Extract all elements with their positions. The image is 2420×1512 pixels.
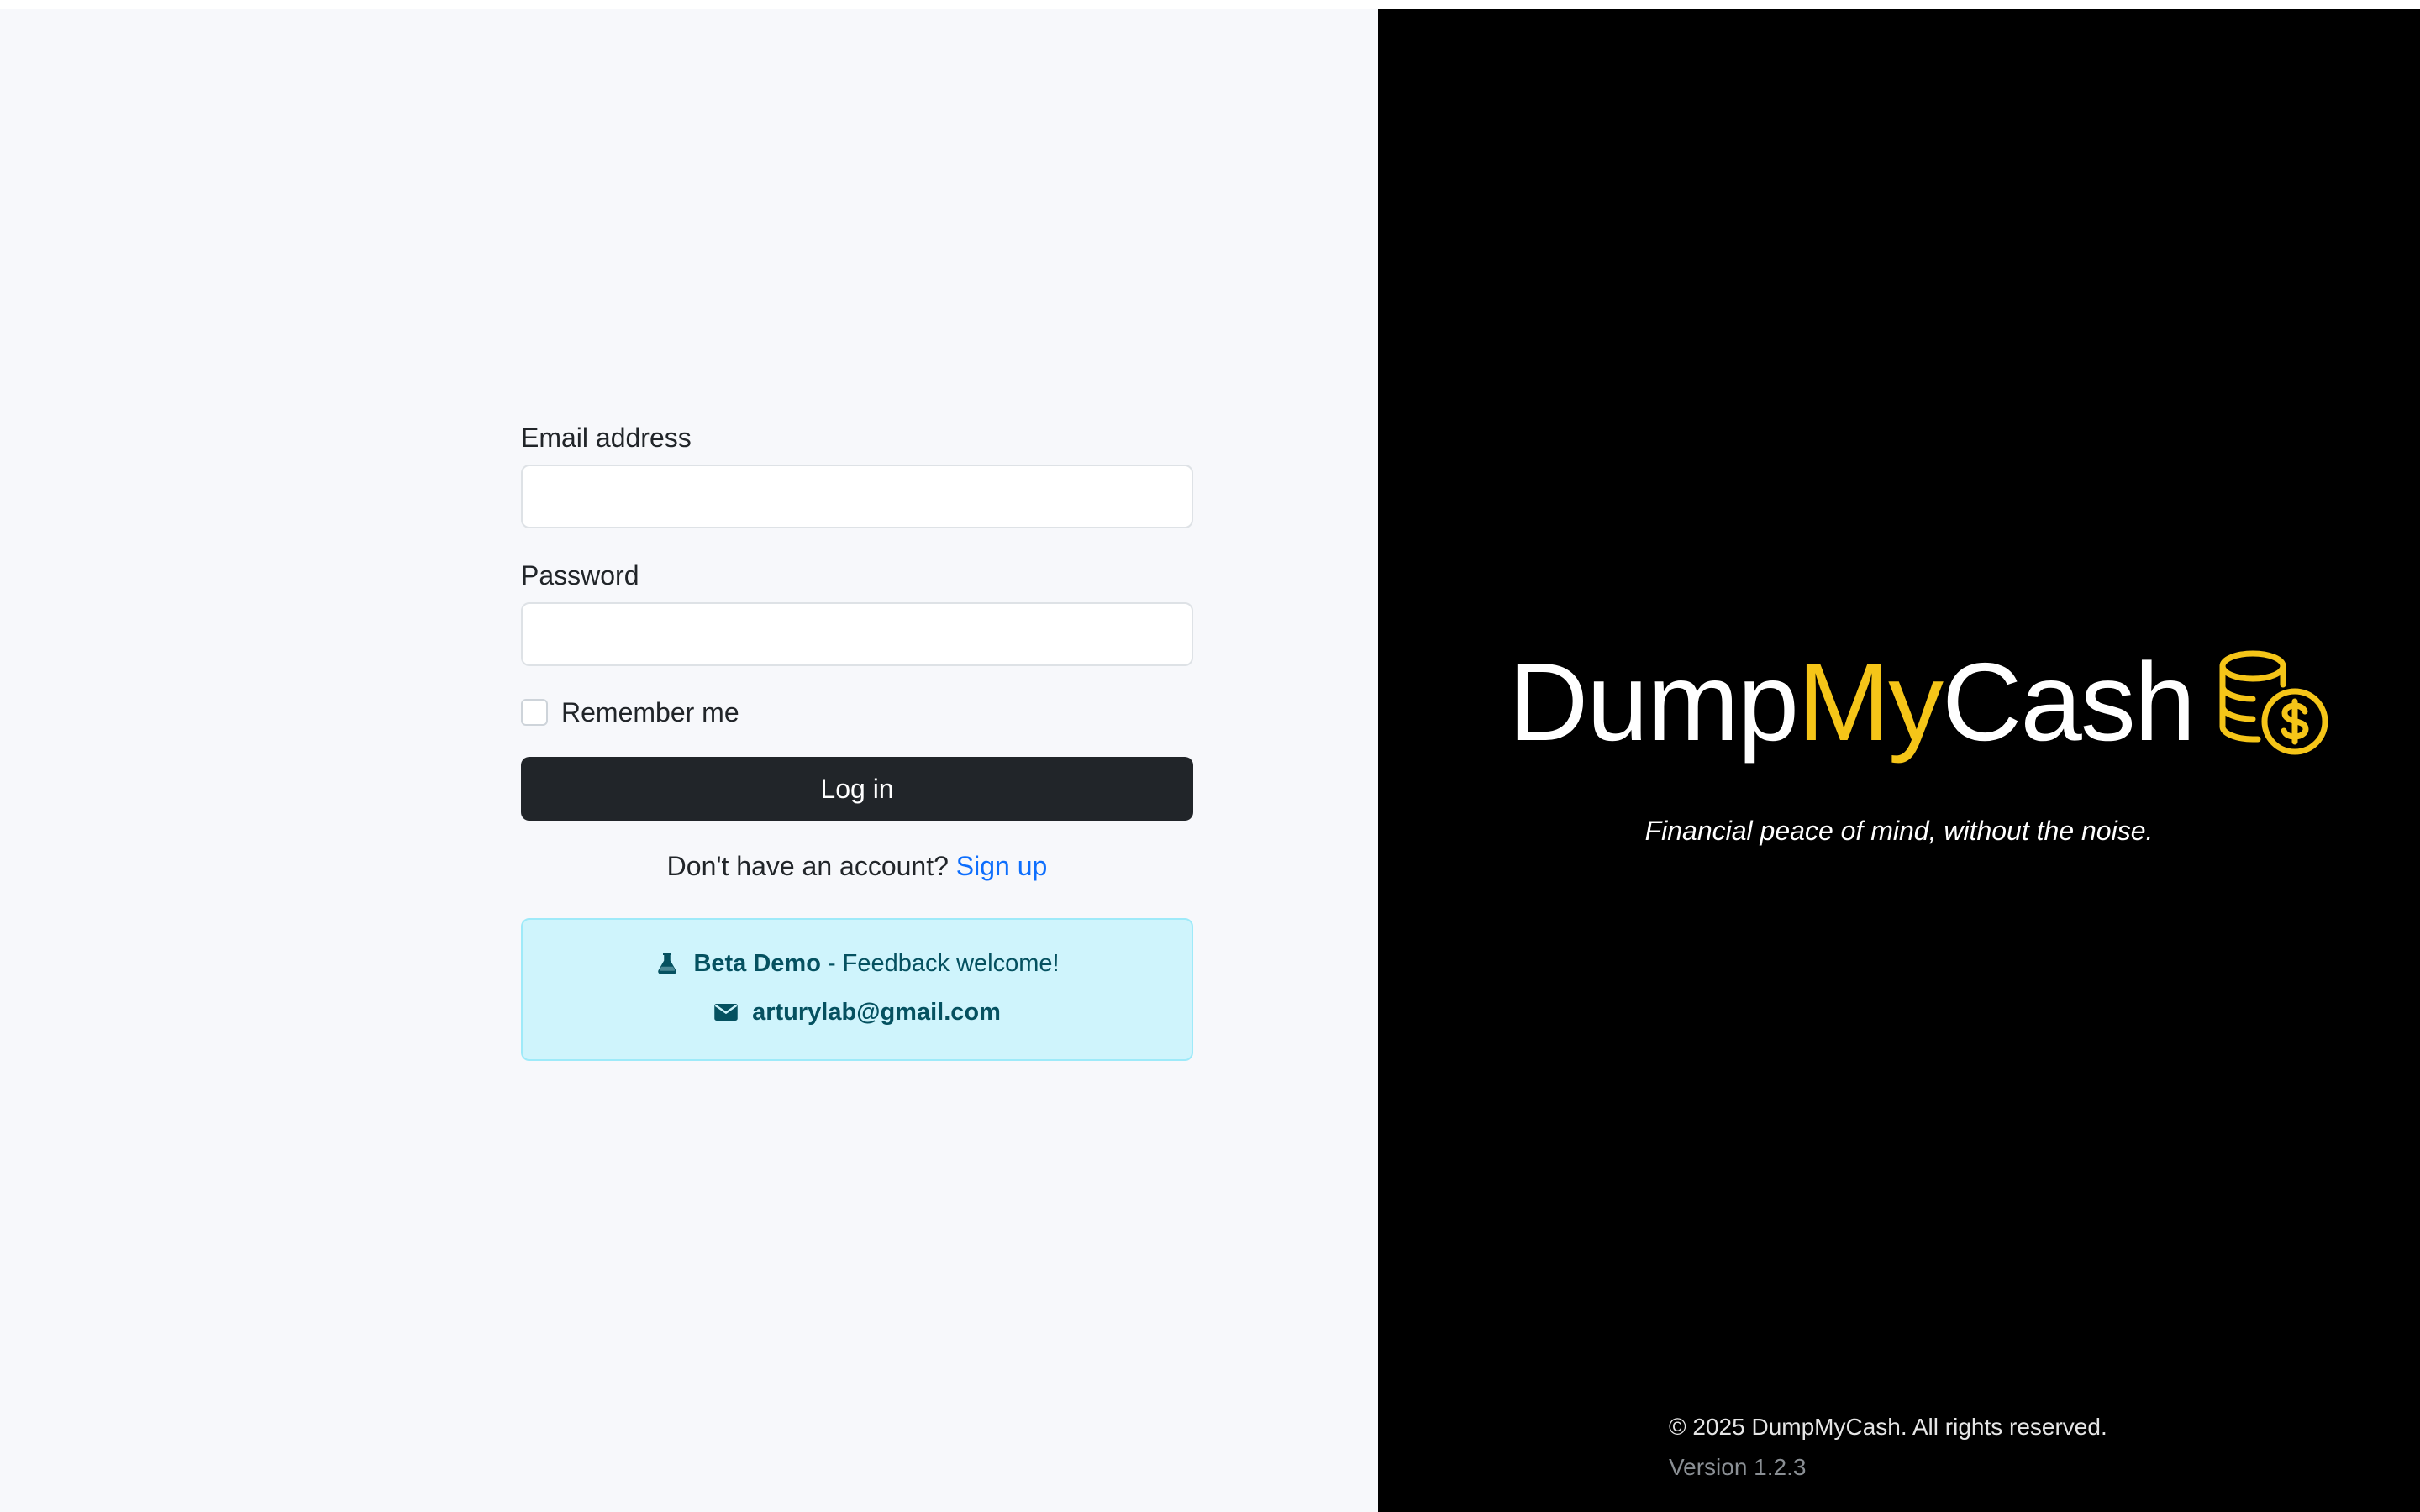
brand-name-dump: Dump xyxy=(1508,640,1799,764)
brand-name-cash: Cash xyxy=(1942,640,2196,764)
contact-email: arturylab@gmail.com xyxy=(752,998,1001,1026)
top-strip xyxy=(0,0,2420,9)
login-form: Email address Password Remember me Log i… xyxy=(521,411,1193,1061)
login-button[interactable]: Log in xyxy=(521,757,1193,821)
envelope-icon xyxy=(713,1000,739,1025)
beta-message: - Feedback welcome! xyxy=(827,949,1060,977)
remember-me-checkbox[interactable] xyxy=(521,699,548,726)
contact-line: arturylab@gmail.com xyxy=(523,995,1192,1029)
brand-panel: DumpMyCash Financial peace of mind, with… xyxy=(1378,9,2420,1512)
brand-logo: DumpMyCash xyxy=(1508,647,2330,758)
email-label: Email address xyxy=(521,423,692,453)
flask-icon xyxy=(655,951,680,976)
copyright-text: © 2025 DumpMyCash. All rights reserved. xyxy=(1669,1414,2107,1440)
login-panel: Email address Password Remember me Log i… xyxy=(0,9,1378,1512)
email-field[interactable] xyxy=(521,465,1193,528)
password-label: Password xyxy=(521,560,639,591)
signup-prompt: Don't have an account? Sign up xyxy=(521,849,1193,883)
remember-me-row[interactable]: Remember me xyxy=(521,691,1193,733)
password-field[interactable] xyxy=(521,602,1193,666)
signup-link[interactable]: Sign up xyxy=(956,851,1048,881)
beta-alert: Beta Demo - Feedback welcome! arturylab@… xyxy=(521,918,1193,1061)
beta-title: Beta Demo xyxy=(693,949,821,977)
footer: © 2025 DumpMyCash. All rights reserved. … xyxy=(1669,1407,2107,1488)
tagline: Financial peace of mind, without the noi… xyxy=(1644,816,2154,846)
remember-me-label[interactable]: Remember me xyxy=(561,697,739,728)
signup-prompt-text: Don't have an account? xyxy=(666,851,949,881)
brand-name: DumpMyCash xyxy=(1508,647,2196,758)
brand-name-my: My xyxy=(1797,640,1944,764)
beta-line: Beta Demo - Feedback welcome! xyxy=(523,947,1192,980)
field-spacer xyxy=(521,528,1193,549)
version-text: Version 1.2.3 xyxy=(1669,1454,1807,1480)
coins-dollar-icon xyxy=(2217,648,2330,757)
